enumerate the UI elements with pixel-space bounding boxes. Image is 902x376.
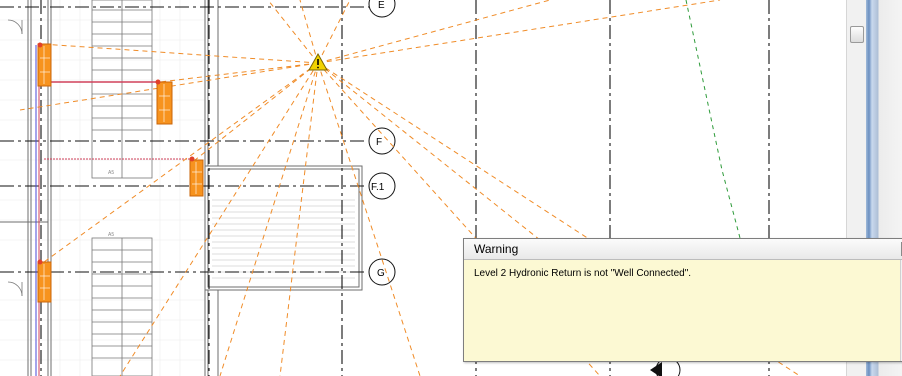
room-tag: A5: [108, 170, 114, 176]
equipment-unit-2[interactable]: [155, 79, 173, 125]
warning-message: Level 2 Hydronic Return is not "Well Con…: [474, 268, 692, 279]
grid-label: F: [376, 137, 382, 148]
stair-lower: [91, 237, 153, 376]
green-dashed-line: [685, 0, 741, 239]
grid-label: G: [377, 268, 385, 279]
grid-bubble-f[interactable]: F: [368, 127, 396, 155]
equipment-unit-4[interactable]: [37, 259, 52, 303]
grid-label: F.1: [371, 182, 385, 193]
grid-bubble-top[interactable]: E: [368, 0, 396, 18]
doors: [7, 19, 23, 297]
equipment-unit-1[interactable]: [37, 42, 52, 87]
stair-upper: [91, 0, 153, 179]
scrollbar-thumb[interactable]: [850, 26, 864, 43]
warning-triangle-icon[interactable]: [308, 52, 328, 71]
svg-text:E: E: [378, 0, 385, 11]
equipment-unit-3[interactable]: [189, 156, 204, 197]
walls: [0, 0, 363, 376]
room-tag: A5: [108, 232, 114, 238]
warning-title: Warning: [474, 242, 519, 256]
grid-bubble-g[interactable]: G: [368, 258, 396, 286]
grid-bubble-f1[interactable]: F.1: [368, 172, 396, 200]
annex-hatch: [212, 199, 355, 279]
warning-dialog[interactable]: Warning Level 2 Hydronic Return is not "…: [463, 238, 902, 362]
warning-titlebar[interactable]: Warning: [464, 239, 902, 260]
